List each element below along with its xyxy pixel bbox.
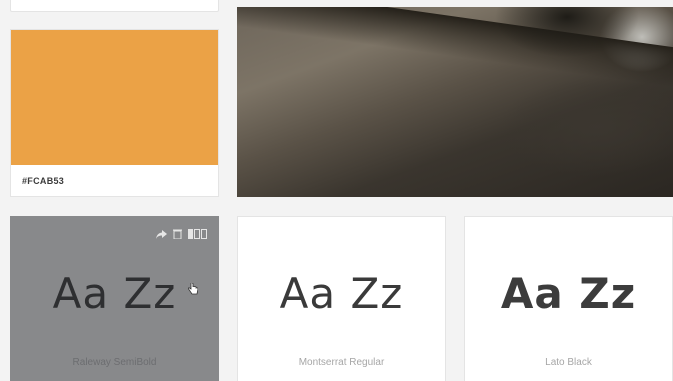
font-card-raleway[interactable]: Aa Zz Raleway SemiBold: [10, 216, 219, 381]
card-toolbar: [156, 229, 208, 242]
font-card-lato[interactable]: Aa Zz Lato Black: [464, 216, 673, 381]
font-name: Montserrat Regular: [298, 357, 385, 368]
font-sample: Aa Zz: [52, 269, 177, 318]
font-name: Raleway SemiBold: [72, 357, 157, 368]
hand-cursor-icon: [188, 283, 198, 295]
font-sample: Aa Zz: [500, 269, 637, 318]
trash-icon[interactable]: [173, 229, 182, 242]
color-swatch-card[interactable]: #FCAB53: [10, 29, 219, 197]
font-name: Lato Black: [545, 357, 592, 368]
font-sample: Aa Zz: [279, 269, 404, 318]
top-card-edge[interactable]: [10, 0, 219, 12]
moodboard: #FCAB53 Aa Zz Raleway SemiBold Aa Zz Mon…: [0, 0, 673, 381]
font-card-montserrat[interactable]: Aa Zz Montserrat Regular: [237, 216, 446, 381]
share-icon[interactable]: [156, 229, 167, 242]
photo-trees: [487, 7, 673, 77]
color-hex-label: #FCAB53: [22, 176, 65, 186]
layout-icon[interactable]: [188, 229, 208, 242]
color-swatch: [11, 30, 218, 165]
landscape-photo[interactable]: [237, 7, 673, 197]
